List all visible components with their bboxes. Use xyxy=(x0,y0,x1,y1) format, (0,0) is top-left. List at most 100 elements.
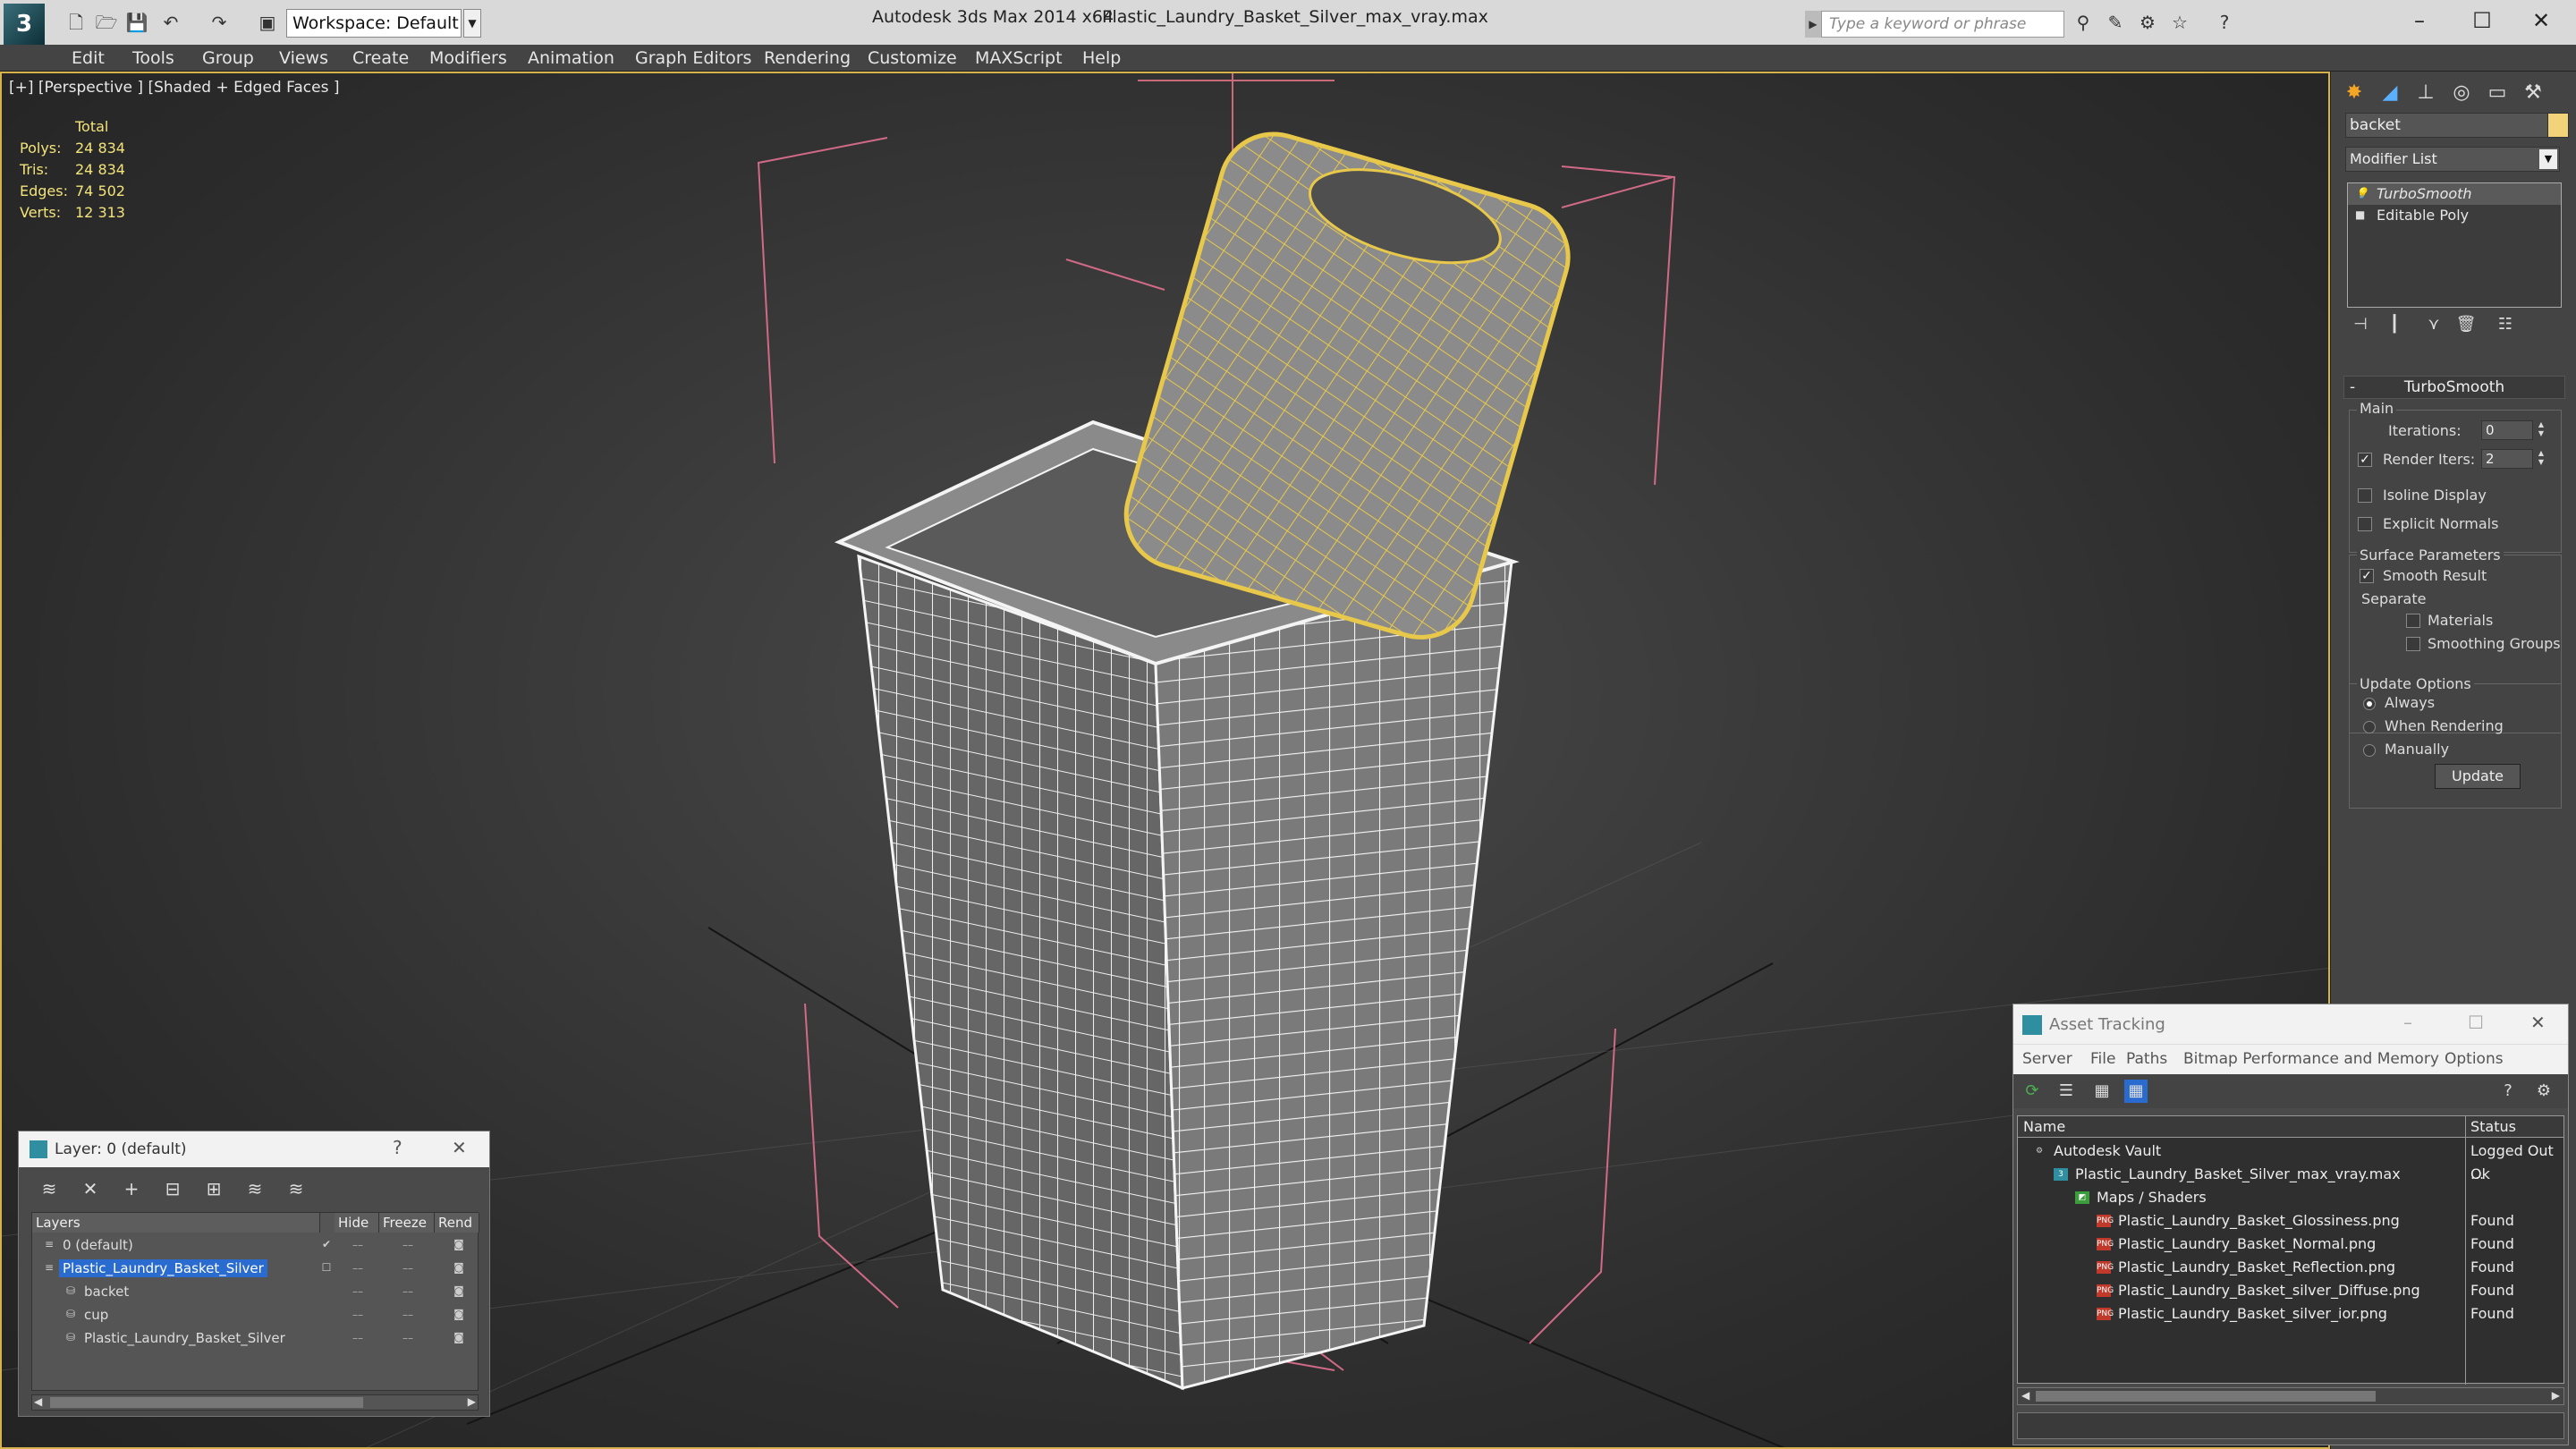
create-tab-icon[interactable]: ✸ xyxy=(2340,79,2368,107)
menu-animation[interactable]: Animation xyxy=(528,45,614,72)
chevron-down-icon[interactable]: ▼ xyxy=(2539,149,2557,169)
col-freeze[interactable]: Freeze xyxy=(379,1213,435,1233)
freeze-all-icon[interactable]: ≋ xyxy=(284,1176,309,1201)
new-file-icon[interactable]: 🗋 xyxy=(64,11,88,34)
spinner-arrows-icon[interactable]: ▲ ▼ xyxy=(2535,420,2547,440)
menu-group[interactable]: Group xyxy=(202,45,254,72)
layer-row[interactable]: ⛁ Plastic_Laundry_Basket_Silver –– –– ◙ xyxy=(32,1327,478,1349)
modifier-stack[interactable]: 💡 TurboSmooth ■ Editable Poly xyxy=(2347,182,2562,308)
menu-graph-editors[interactable]: Graph Editors xyxy=(635,45,751,72)
scrollbar-thumb[interactable] xyxy=(2036,1391,2376,1402)
isoline-display-checkbox[interactable] xyxy=(2358,488,2372,503)
layer-row-name[interactable]: backet xyxy=(80,1283,132,1301)
app-logo[interactable]: 3 xyxy=(4,4,45,45)
layer-row[interactable]: ⛁ backet –– –– ◙ xyxy=(32,1281,478,1302)
asset-row[interactable]: PNG Plastic_Laundry_Basket_Normal.png Foun… xyxy=(2018,1233,2563,1256)
hide-toggle[interactable]: –– xyxy=(352,1234,363,1256)
render-teapot-icon[interactable]: ◙ xyxy=(453,1284,465,1297)
asset-row[interactable]: ⚙ Autodesk Vault Logged Out ... xyxy=(2018,1140,2563,1182)
table-view-icon[interactable]: ▦ xyxy=(2124,1080,2148,1103)
remove-modifier-icon[interactable]: 🗑 xyxy=(2453,311,2479,338)
col-name[interactable]: Name xyxy=(2018,1116,2465,1138)
scroll-left-icon[interactable]: ◀ xyxy=(2021,1389,2029,1402)
freeze-toggle[interactable]: –– xyxy=(402,1258,413,1279)
expand-plus-icon[interactable]: ■ xyxy=(2355,208,2368,221)
scroll-right-icon[interactable]: ▶ xyxy=(2552,1389,2560,1402)
layer-row[interactable]: ≡ Plastic_Laundry_Basket_Silver ☐ –– –– ◙ xyxy=(32,1258,478,1279)
col-layers[interactable]: Layers xyxy=(32,1213,320,1233)
asset-row[interactable]: PNG Plastic_Laundry_Basket_Glossiness.png… xyxy=(2018,1209,2563,1233)
set-active-layer-icon[interactable] xyxy=(320,1331,333,1343)
close-icon[interactable]: ✕ xyxy=(2510,2,2572,39)
layer-row[interactable]: ≡ 0 (default) ✔ –– –– ◙ xyxy=(32,1234,478,1256)
workspace-select[interactable]: Workspace: Default xyxy=(286,9,462,38)
hide-toggle[interactable]: –– xyxy=(352,1258,363,1279)
settings-icon[interactable]: ⚙ xyxy=(2532,1080,2555,1103)
maximize-icon[interactable]: ☐ xyxy=(2468,1012,2484,1033)
always-radio[interactable] xyxy=(2363,698,2376,710)
layer-row-name[interactable]: Plastic_Laundry_Basket_Silver xyxy=(80,1329,289,1347)
active-layer-check-icon[interactable]: ✔ xyxy=(320,1238,333,1250)
make-unique-icon[interactable]: ⋎ xyxy=(2420,311,2447,338)
lightbulb-icon[interactable]: 💡 xyxy=(2355,187,2368,199)
favorites-star-icon[interactable]: ☆ xyxy=(2168,11,2191,34)
object-color-swatch[interactable] xyxy=(2547,113,2569,138)
freeze-toggle[interactable]: –– xyxy=(402,1281,413,1302)
scroll-right-icon[interactable]: ▶ xyxy=(468,1395,476,1408)
pin-stack-icon[interactable]: ⊣ xyxy=(2347,311,2374,338)
explicit-normals-checkbox[interactable] xyxy=(2358,517,2372,531)
maximize-icon[interactable]: ☐ xyxy=(2451,2,2513,39)
update-button[interactable]: Update xyxy=(2435,764,2521,789)
col-render[interactable]: Rend xyxy=(435,1213,479,1233)
freeze-toggle[interactable]: –– xyxy=(402,1327,413,1349)
thumbnail-view-icon[interactable]: ▦ xyxy=(2090,1080,2114,1103)
project-folder-icon[interactable]: ▣ xyxy=(256,11,279,34)
layer-row-name[interactable]: cup xyxy=(80,1306,112,1324)
save-file-icon[interactable]: 💾 xyxy=(125,11,148,34)
subscription-icon[interactable]: ✎ xyxy=(2104,11,2127,34)
help-icon[interactable]: ? xyxy=(393,1137,402,1158)
asset-row[interactable]: 3 Plastic_Laundry_Basket_Silver_max_vray.… xyxy=(2018,1163,2563,1186)
col-hide[interactable]: Hide xyxy=(335,1213,379,1233)
modify-tab-icon[interactable]: ◢ xyxy=(2376,79,2404,107)
render-teapot-icon[interactable]: ◙ xyxy=(453,1308,465,1320)
stack-item-turbosmooth[interactable]: 💡 TurboSmooth xyxy=(2348,183,2561,205)
menu-tools[interactable]: Tools xyxy=(132,45,174,72)
modifier-list-dropdown[interactable]: Modifier List ▼ xyxy=(2345,147,2560,172)
render-iters-spinner[interactable]: 2 xyxy=(2481,449,2533,469)
hierarchy-tab-icon[interactable]: ⊥ xyxy=(2411,79,2440,107)
search-input[interactable]: Type a keyword or phrase xyxy=(1821,11,2064,38)
asset-row[interactable]: PNG Plastic_Laundry_Basket_silver_ior.png… xyxy=(2018,1302,2563,1326)
asset-menu-options[interactable]: Options xyxy=(2445,1050,2504,1068)
menu-help[interactable]: Help xyxy=(1082,45,1121,72)
viewport-label[interactable]: [+] [Perspective ] [Shaded + Edged Faces… xyxy=(9,79,339,97)
list-view-icon[interactable]: ☰ xyxy=(2055,1080,2078,1103)
materials-checkbox[interactable] xyxy=(2406,614,2420,628)
undo-icon[interactable]: ↶ xyxy=(159,11,182,34)
freeze-toggle[interactable]: –– xyxy=(402,1304,413,1326)
asset-row[interactable]: PNG Plastic_Laundry_Basket_Reflection.png… xyxy=(2018,1256,2563,1279)
asset-tracking-titlebar[interactable]: Asset Tracking – ☐ ✕ xyxy=(2013,1004,2568,1044)
minimize-icon[interactable]: – xyxy=(2388,2,2451,39)
render-teapot-icon[interactable]: ◙ xyxy=(453,1331,465,1343)
col-status[interactable]: Status xyxy=(2465,1116,2563,1138)
layer-manager-icon[interactable]: ≋ xyxy=(37,1176,62,1201)
show-end-result-icon[interactable]: ┃ xyxy=(2381,311,2408,338)
asset-row[interactable]: PNG Plastic_Laundry_Basket_silver_Diffuse… xyxy=(2018,1279,2563,1302)
hide-all-icon[interactable]: ≋ xyxy=(242,1176,267,1201)
horizontal-scrollbar[interactable]: ◀ ▶ xyxy=(31,1394,479,1411)
asset-row[interactable]: ◩ Maps / Shaders xyxy=(2018,1186,2563,1209)
menu-customize[interactable]: Customize xyxy=(868,45,957,72)
layer-dialog-titlebar[interactable]: Layer: 0 (default) ? ✕ xyxy=(19,1131,489,1167)
menu-maxscript[interactable]: MAXScript xyxy=(975,45,1063,72)
hide-toggle[interactable]: –– xyxy=(352,1304,363,1326)
object-name-field[interactable]: backet xyxy=(2345,113,2553,138)
menu-views[interactable]: Views xyxy=(279,45,328,72)
set-active-layer-icon[interactable]: ☐ xyxy=(320,1261,333,1274)
layer-row[interactable]: ⛁ cup –– –– ◙ xyxy=(32,1304,478,1326)
menu-rendering[interactable]: Rendering xyxy=(764,45,851,72)
smooth-result-checkbox[interactable]: ✓ xyxy=(2360,569,2374,583)
highlight-layer-icon[interactable]: ⊞ xyxy=(201,1176,226,1201)
asset-menu-file[interactable]: File xyxy=(2090,1050,2115,1068)
smoothing-groups-checkbox[interactable] xyxy=(2406,637,2420,651)
